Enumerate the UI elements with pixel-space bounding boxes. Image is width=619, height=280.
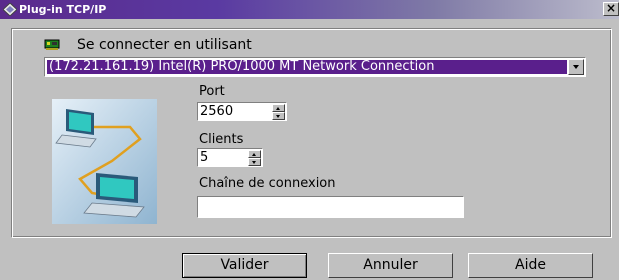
- selected-adapter: (172.21.161.19) Intel(R) PRO/1000 MT Net…: [47, 60, 567, 74]
- annuler-button[interactable]: Annuler: [328, 253, 453, 278]
- connection-string-label: Chaîne de connexion: [199, 176, 336, 191]
- clients-stepper[interactable]: 5: [197, 148, 263, 167]
- aide-button[interactable]: Aide: [468, 253, 593, 278]
- network-adapter-dropdown[interactable]: (172.21.161.19) Intel(R) PRO/1000 MT Net…: [44, 57, 586, 77]
- port-stepper[interactable]: 2560: [197, 102, 287, 121]
- chevron-up-icon: [276, 107, 280, 110]
- clients-decrement-button[interactable]: [248, 158, 261, 166]
- chevron-down-icon: [252, 161, 256, 164]
- clients-value[interactable]: 5: [200, 150, 208, 165]
- chevron-up-icon: [252, 153, 256, 156]
- port-spin-buttons: [272, 104, 285, 120]
- network-card-icon: [44, 39, 60, 50]
- title-bar: Plug-in TCP/IP ×: [0, 0, 619, 19]
- window-title: Plug-in TCP/IP: [19, 3, 107, 16]
- connect-using-label: Se connecter en utilisant: [77, 37, 252, 53]
- close-button[interactable]: ×: [603, 2, 619, 16]
- dropdown-button[interactable]: [568, 59, 584, 75]
- chevron-down-icon: [573, 65, 579, 69]
- port-decrement-button[interactable]: [272, 112, 285, 120]
- port-increment-button[interactable]: [272, 104, 285, 112]
- port-value[interactable]: 2560: [200, 104, 233, 119]
- chevron-down-icon: [276, 115, 280, 118]
- clients-spin-buttons: [248, 150, 261, 166]
- connection-string-input[interactable]: [197, 196, 464, 218]
- diamond-app-icon: [3, 3, 17, 16]
- clients-increment-button[interactable]: [248, 150, 261, 158]
- port-label: Port: [199, 84, 225, 99]
- valider-button[interactable]: Valider: [182, 253, 307, 278]
- two-computers-network-icon: [52, 99, 157, 224]
- clients-label: Clients: [199, 132, 244, 147]
- close-icon: ×: [605, 1, 617, 15]
